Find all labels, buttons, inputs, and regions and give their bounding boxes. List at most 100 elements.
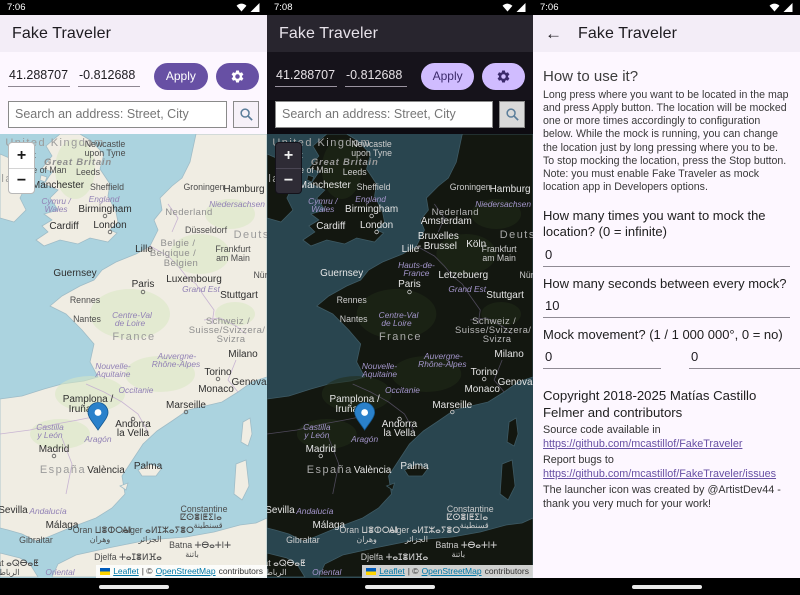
report-bugs-line: Report bugs to https://github.com/mcasti…	[543, 453, 790, 481]
status-icons	[502, 3, 526, 12]
bugs-prefix: Report bugs to	[543, 454, 614, 466]
apply-button[interactable]: Apply	[421, 63, 474, 90]
map-label: Madrid	[39, 444, 70, 455]
map-label: Niedersachsen	[475, 199, 531, 209]
leaflet-link[interactable]: Leaflet	[379, 566, 405, 576]
app-bar: Fake Traveler	[0, 15, 267, 52]
search-button[interactable]	[233, 101, 259, 128]
status-bar: 7:08	[267, 0, 533, 15]
search-icon	[239, 107, 254, 122]
zoom-out-button[interactable]: −	[276, 168, 301, 193]
home-pill[interactable]	[365, 585, 435, 589]
map-label: Aquitaine	[361, 369, 397, 379]
latitude-field[interactable]	[8, 65, 70, 87]
apply-button[interactable]: Apply	[154, 63, 208, 90]
map-label: Nantes	[340, 314, 368, 324]
app-title: Fake Traveler	[279, 25, 378, 43]
map-label: y León	[303, 430, 329, 440]
zoom-in-button[interactable]: +	[9, 143, 34, 168]
map[interactable]: United KingdomNewcastleupon TyneGreat Br…	[0, 134, 267, 578]
mock-movement-row	[543, 343, 790, 369]
map-label: Madrid	[306, 444, 336, 455]
launcher-icon-credit: The launcher icon was created by @Artist…	[543, 483, 790, 511]
howto-heading: How to use it?	[543, 68, 790, 85]
map-label: Hamburg	[223, 184, 264, 195]
map-label: Guernsey	[53, 268, 96, 279]
map-label: Deutschl	[234, 229, 267, 241]
home-pill[interactable]	[632, 585, 702, 589]
map-label: Cardiff	[49, 221, 78, 232]
zoom-in-button[interactable]: +	[276, 143, 301, 168]
map-label: قسنطينة	[460, 521, 489, 530]
settings-gear-button[interactable]	[482, 63, 525, 90]
movement-lat-input[interactable]	[543, 343, 661, 369]
app-title: Fake Traveler	[12, 25, 111, 43]
map-label: Milano	[494, 349, 524, 360]
panel-dark-map: 7:08 Fake Traveler Apply United KingdomN…	[267, 0, 533, 595]
search-row	[0, 100, 267, 134]
source-code-link[interactable]: https://github.com/mcastillof/FakeTravel…	[543, 438, 742, 450]
map-label: Batna ⵜⴱⴰⵜⵏⵜ	[169, 540, 231, 550]
map-label: Marseille	[432, 400, 472, 411]
map-label: وهران	[356, 535, 377, 544]
longitude-field[interactable]	[345, 65, 407, 87]
longitude-field[interactable]	[78, 65, 140, 87]
settings-gear-button[interactable]	[216, 63, 259, 90]
map-label: - Brussel	[418, 241, 457, 252]
map-label: de Loire	[381, 318, 412, 328]
map-label: Genova	[231, 377, 266, 388]
map[interactable]: United KingdomNewcastleupon TyneGreat Br…	[267, 134, 533, 578]
map-label: Sevilla	[0, 505, 28, 516]
latitude-field[interactable]	[275, 65, 337, 87]
coordinate-controls: Apply	[267, 52, 533, 100]
map-label: Düsseldorf	[185, 225, 228, 235]
android-nav-bar	[533, 578, 800, 595]
map-label: Guernsey	[320, 268, 363, 279]
map-label: Manchester	[299, 180, 352, 191]
back-arrow-button[interactable]: ←	[545, 25, 562, 42]
search-input[interactable]	[8, 101, 227, 128]
source-code-line: Source code available in https://github.…	[543, 423, 790, 451]
screenshot-collage: 7:06 Fake Traveler Apply United KingdomN…	[0, 0, 800, 595]
mock-interval-label: How many seconds between every mock?	[543, 276, 790, 292]
gear-icon	[230, 69, 245, 84]
map-label: València	[354, 465, 392, 476]
mock-times-input[interactable]	[543, 241, 790, 267]
map-label: València	[87, 465, 125, 476]
map-label: Alger ⴰⵍⵊⵣⴰⵢⴻⵔ	[389, 525, 460, 535]
map-label: Nürn	[520, 270, 533, 280]
ukraine-flag-icon	[366, 568, 376, 575]
osm-link[interactable]: OpenStreetMap	[156, 566, 216, 576]
map-label: Köln	[466, 239, 486, 250]
map-label: Rhône-Alpes	[152, 359, 201, 369]
map-label: España	[307, 464, 353, 476]
map-label: Occitanie	[119, 385, 154, 395]
status-icons	[769, 3, 793, 12]
map-label: Torino	[204, 367, 232, 378]
leaflet-link[interactable]: Leaflet	[113, 566, 139, 576]
map-label: باتنة	[185, 550, 199, 559]
source-prefix: Source code available in	[543, 424, 661, 436]
map-label: Monaco	[198, 384, 234, 395]
osm-link[interactable]: OpenStreetMap	[422, 566, 482, 576]
map-label: Rennes	[337, 295, 368, 305]
map-label: Groningen	[183, 182, 224, 192]
map-label: Hamburg	[490, 184, 531, 195]
map-label: y León	[36, 430, 62, 440]
report-bugs-link[interactable]: https://github.com/mcastillof/FakeTravel…	[543, 468, 776, 480]
map-label: الجزائر	[404, 535, 428, 544]
search-input[interactable]	[275, 101, 493, 128]
map-label: Belgien	[164, 258, 199, 269]
mock-interval-input[interactable]	[543, 292, 790, 318]
map-label: Sheffield	[357, 182, 391, 192]
copyright-text: Copyright 2018-2025 Matías Castillo Felm…	[543, 387, 790, 421]
attribution-separator: | ©	[408, 566, 419, 576]
map-label: Birmingham	[345, 204, 398, 215]
map-label: Milano	[228, 349, 258, 360]
zoom-out-button[interactable]: −	[9, 168, 34, 193]
movement-lng-input[interactable]	[689, 343, 800, 369]
map-label: Aragón	[83, 434, 111, 444]
android-nav-bar	[267, 578, 533, 595]
search-button[interactable]	[499, 101, 525, 128]
home-pill[interactable]	[99, 585, 169, 589]
